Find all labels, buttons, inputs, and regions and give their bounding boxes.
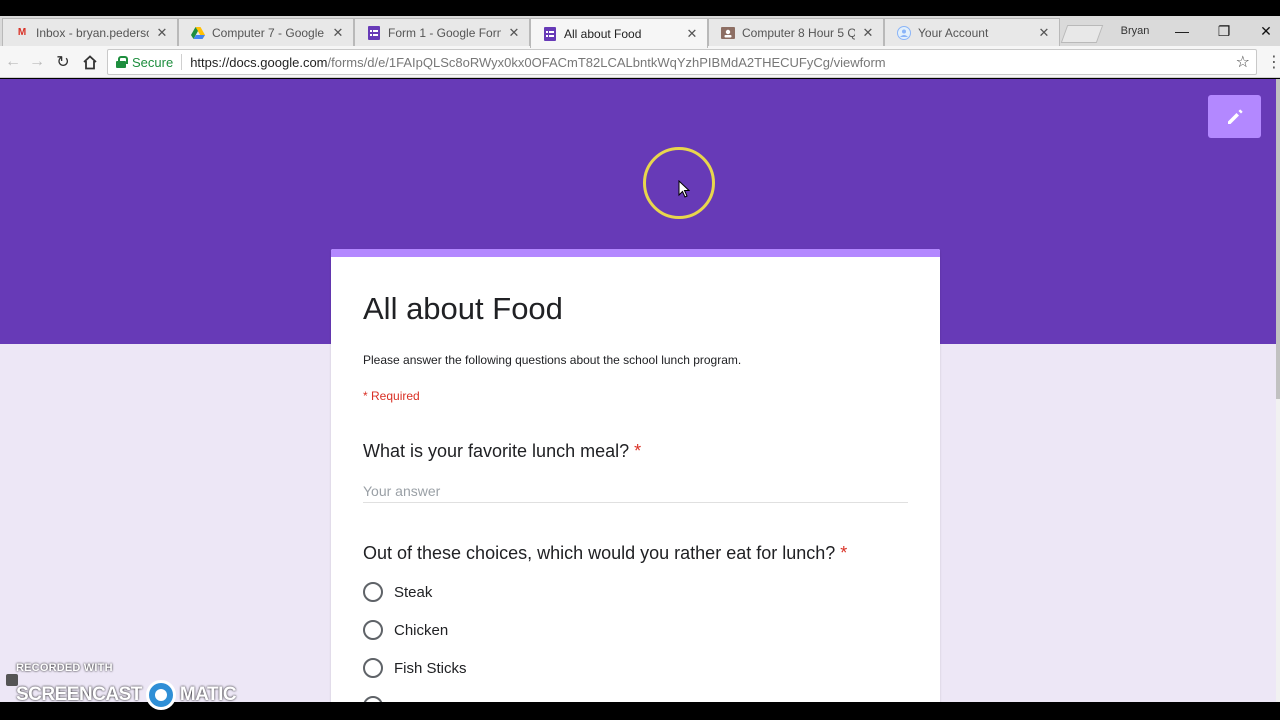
close-icon[interactable]: ✕ — [685, 26, 699, 42]
browser-menu-icon[interactable]: ⋮ — [1266, 50, 1280, 74]
tab-inbox[interactable]: M Inbox - bryan.pederson ✕ — [2, 18, 178, 46]
tab-your-account[interactable]: Your Account ✕ — [884, 18, 1060, 46]
close-icon[interactable]: ✕ — [1037, 25, 1051, 41]
option-label: Fish Sticks — [394, 659, 467, 677]
gmail-icon: M — [17, 27, 27, 38]
question-2-title: Out of these choices, which would you ra… — [363, 543, 847, 564]
mouse-pointer-icon — [678, 180, 690, 198]
watermark-line-2: SCREENCAST MATIC — [16, 680, 237, 710]
window-close-icon[interactable]: ✕ — [1246, 16, 1280, 46]
required-asterisk: * — [634, 441, 642, 461]
url-path: /forms/d/e/1FAIpQLSc8oRWyx0kx0OFACmT82LC… — [327, 54, 886, 70]
secure-label: Secure — [132, 54, 174, 70]
radio-option-partial[interactable] — [363, 695, 394, 702]
radio-button[interactable] — [363, 620, 383, 640]
screencast-watermark: RECORDED WITH SCREENCAST MATIC — [6, 660, 246, 710]
url-host: https://docs.google.com — [190, 54, 328, 70]
radio-option-steak[interactable]: Steak — [363, 581, 432, 603]
form-card: All about Food Please answer the followi… — [331, 249, 940, 702]
radio-option-fish-sticks[interactable]: Fish Sticks — [363, 657, 467, 679]
screencast-logo-icon — [145, 680, 176, 710]
tab-title: All about Food — [564, 26, 642, 41]
bookmark-star-icon[interactable]: ☆ — [1236, 52, 1250, 72]
pencil-icon — [1227, 109, 1242, 124]
option-label: Chicken — [394, 621, 449, 639]
tab-title: Inbox - bryan.pederson — [36, 25, 149, 40]
google-forms-icon — [367, 25, 381, 40]
tab-computer-8[interactable]: Computer 8 Hour 5 Qu ✕ — [708, 18, 884, 46]
omnibox-divider — [181, 54, 183, 70]
form-title: All about Food — [363, 291, 563, 326]
browser-tab-strip: M Inbox - bryan.pederson ✕ Computer 7 - … — [0, 16, 1280, 48]
back-arrow-icon[interactable]: ← — [0, 50, 26, 74]
form-page: All about Food Please answer the followi… — [0, 79, 1280, 702]
google-forms-icon — [543, 26, 557, 41]
form-description: Please answer the following questions ab… — [363, 353, 742, 367]
address-bar[interactable]: Secure https://docs.google.com/forms/d/e… — [107, 49, 1257, 75]
new-tab-button[interactable] — [1060, 25, 1104, 43]
home-icon[interactable] — [77, 50, 103, 74]
minimize-icon[interactable]: — — [1162, 16, 1202, 46]
forward-arrow-icon[interactable]: → — [24, 50, 50, 74]
browser-toolbar: ← → ↻ Secure https://docs.google.com/for… — [0, 46, 1280, 78]
radio-button[interactable] — [363, 582, 383, 602]
lock-icon — [116, 56, 128, 68]
profile-name[interactable]: Bryan — [1110, 16, 1160, 46]
tab-title: Your Account — [918, 25, 989, 40]
radio-button[interactable] — [363, 658, 383, 678]
close-icon[interactable]: ✕ — [155, 25, 169, 41]
card-accent-bar — [331, 249, 940, 257]
watermark-right-word: MATIC — [179, 684, 237, 705]
watermark-left-word: SCREENCAST — [16, 684, 142, 705]
tab-form-1[interactable]: Form 1 - Google Forms ✕ — [354, 18, 530, 46]
question-text: What is your favorite lunch meal? — [363, 441, 630, 461]
tab-title: Computer 7 - Google D — [212, 25, 325, 40]
close-icon[interactable]: ✕ — [331, 25, 345, 41]
short-answer-input[interactable] — [363, 479, 908, 503]
required-asterisk: * — [840, 543, 848, 563]
account-icon — [897, 25, 911, 40]
required-note: * Required — [363, 389, 420, 403]
close-icon[interactable]: ✕ — [507, 25, 521, 41]
radio-option-chicken[interactable]: Chicken — [363, 619, 448, 641]
tab-title: Computer 8 Hour 5 Qu — [742, 25, 855, 40]
edit-form-button[interactable] — [1208, 95, 1261, 138]
video-letterbox-top — [0, 0, 1280, 16]
reload-icon[interactable]: ↻ — [50, 50, 76, 74]
close-icon[interactable]: ✕ — [861, 25, 875, 41]
google-drive-icon — [191, 26, 205, 40]
page-scrollbar[interactable] — [1276, 79, 1280, 702]
question-1-title: What is your favorite lunch meal? * — [363, 441, 641, 462]
option-label: Steak — [394, 583, 433, 601]
scrollbar-thumb[interactable] — [1276, 79, 1280, 399]
watermark-line-1: RECORDED WITH — [16, 662, 113, 674]
tab-all-about-food[interactable]: All about Food ✕ — [530, 18, 708, 48]
tab-title: Form 1 - Google Forms — [388, 25, 501, 40]
restore-icon[interactable]: ❐ — [1204, 16, 1244, 46]
tab-computer-7[interactable]: Computer 7 - Google D ✕ — [178, 18, 354, 46]
question-text: Out of these choices, which would you ra… — [363, 543, 836, 563]
classroom-icon — [721, 26, 735, 40]
